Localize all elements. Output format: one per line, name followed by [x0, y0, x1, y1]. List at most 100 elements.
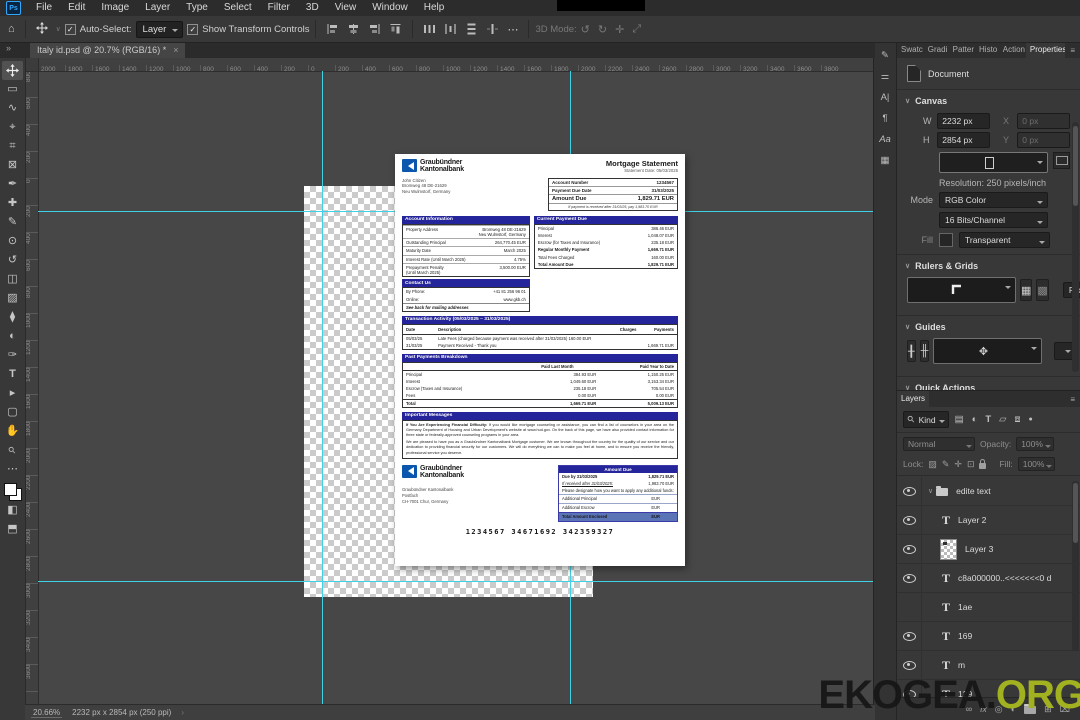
- fill-select[interactable]: Transparent: [959, 232, 1050, 248]
- pen-tool[interactable]: ✑: [2, 346, 23, 365]
- menu-item[interactable]: Window: [364, 0, 416, 16]
- eyedropper-tool[interactable]: ✒: [2, 175, 23, 194]
- group-chevron-icon[interactable]: ∨: [928, 487, 933, 495]
- layers-scrollbar[interactable]: [1072, 481, 1079, 651]
- history-brush-tool[interactable]: ↺: [2, 251, 23, 270]
- filter-adjustment-layers-icon[interactable]: ◐: [970, 414, 980, 425]
- menu-item[interactable]: 3D: [298, 0, 327, 16]
- guide-horizontal-2[interactable]: [38, 581, 875, 582]
- menu-item[interactable]: File: [28, 0, 60, 16]
- portrait-orientation-button[interactable]: [939, 152, 1048, 173]
- auto-select-target-dropdown[interactable]: Layer: [135, 20, 184, 38]
- menu-item[interactable]: Type: [178, 0, 216, 16]
- character-panel-icon[interactable]: A|: [876, 88, 894, 106]
- align-left-icon[interactable]: [322, 23, 343, 35]
- menu-item[interactable]: Filter: [260, 0, 298, 16]
- opacity-field[interactable]: 100%: [1016, 437, 1054, 451]
- move-tool-icon[interactable]: [32, 21, 52, 37]
- canvas-surface[interactable]: Graubündner Kantonalbank Mortgage Stateme…: [38, 71, 875, 705]
- panel-menu-icon[interactable]: ≡: [1065, 46, 1080, 55]
- visibility-toggle[interactable]: [897, 622, 922, 650]
- show-transform-checkbox[interactable]: ✓: [187, 23, 199, 35]
- home-icon[interactable]: ⌂: [4, 23, 19, 35]
- guides-chevron-icon[interactable]: ∨: [905, 323, 910, 331]
- brush-tool[interactable]: ✎: [2, 213, 23, 232]
- layer-row[interactable]: ∨ T 169: [897, 622, 1080, 651]
- bit-depth-select[interactable]: 16 Bits/Channel: [939, 212, 1048, 228]
- toggle-grid-button[interactable]: ▦: [1020, 279, 1033, 301]
- align-top-icon[interactable]: [390, 19, 402, 40]
- horizontal-ruler[interactable]: 2000 1800 1600 1400 1200 1000 800 600 400 200 0 200…: [38, 58, 875, 72]
- layer-row[interactable]: ∨ T Layer 2: [897, 506, 1080, 535]
- visibility-toggle[interactable]: [897, 564, 922, 592]
- layer-row[interactable]: ∨ T 1ae: [897, 593, 1080, 622]
- distribute-vertical-icon[interactable]: [466, 19, 478, 40]
- menu-item[interactable]: Edit: [60, 0, 93, 16]
- auto-select-checkbox[interactable]: ✓: [64, 23, 76, 35]
- zoom-tool[interactable]: ⚲: [2, 441, 23, 460]
- canvas-section-chevron-icon[interactable]: ∨: [905, 97, 910, 105]
- filter-pixel-layers-icon[interactable]: ▤: [953, 414, 966, 425]
- toggle-rulers-button[interactable]: [907, 277, 1016, 303]
- tab-patterns[interactable]: Patter: [949, 42, 975, 58]
- lock-pixels-icon[interactable]: ✎: [942, 459, 950, 470]
- fill-swatch[interactable]: [939, 233, 953, 247]
- layer-name[interactable]: m: [958, 660, 965, 670]
- eraser-tool[interactable]: ◫: [2, 270, 23, 289]
- layer-name[interactable]: 169: [958, 631, 972, 641]
- glyphs-panel-icon[interactable]: Aa: [876, 130, 894, 148]
- layer-name[interactable]: edite text: [956, 486, 991, 496]
- frame-tool[interactable]: ⊠: [2, 156, 23, 175]
- quick-mask-button[interactable]: ◧: [2, 501, 23, 520]
- distribute-center-icon[interactable]: [440, 23, 461, 35]
- shape-tool[interactable]: ▢: [2, 403, 23, 422]
- lock-position-icon[interactable]: ✛: [954, 459, 962, 470]
- rulers-grids-chevron-icon[interactable]: ∨: [905, 262, 910, 270]
- guide-vertical-1[interactable]: [322, 71, 323, 705]
- paragraph-panel-icon[interactable]: ¶: [876, 109, 894, 127]
- blend-mode-select[interactable]: Normal: [903, 437, 975, 451]
- menu-item[interactable]: Image: [93, 0, 137, 16]
- menu-item[interactable]: Help: [416, 0, 453, 16]
- move-tool[interactable]: [2, 61, 23, 80]
- brushes-panel-icon[interactable]: ⚌: [876, 67, 894, 85]
- foreground-color-swatch[interactable]: [3, 483, 17, 496]
- align-right-icon[interactable]: [364, 23, 385, 35]
- toggle-pixel-grid-button[interactable]: ▩: [1036, 279, 1049, 301]
- filter-type-layers-icon[interactable]: T: [983, 414, 993, 425]
- layers-menu-icon[interactable]: ≡: [1065, 395, 1080, 404]
- blur-tool[interactable]: ⧫: [2, 308, 23, 327]
- close-tab-icon[interactable]: ×: [173, 45, 178, 55]
- clear-guides-button[interactable]: ✥: [933, 338, 1043, 364]
- canvas-width-field[interactable]: 2232 px: [937, 113, 990, 129]
- filter-kind-select[interactable]: ⚲ Kind: [903, 411, 949, 428]
- lock-all-icon[interactable]: [979, 458, 987, 469]
- menu-item[interactable]: View: [327, 0, 365, 16]
- layer-row[interactable]: ∨ T edite text: [897, 477, 1080, 506]
- more-options-icon[interactable]: ⋯: [503, 23, 522, 36]
- visibility-toggle[interactable]: [897, 593, 922, 621]
- type-tool[interactable]: T: [2, 365, 23, 384]
- align-center-h-icon[interactable]: [343, 23, 364, 35]
- color-mode-select[interactable]: RGB Color: [939, 192, 1048, 208]
- move-tool-dropdown[interactable]: ∨: [52, 25, 65, 33]
- filter-shape-layers-icon[interactable]: ▱: [997, 414, 1008, 425]
- gradient-tool[interactable]: ▨: [2, 289, 23, 308]
- layer-fill-field[interactable]: 100%: [1017, 457, 1056, 471]
- tab-overflow-icon[interactable]: »: [6, 43, 11, 53]
- layer-row[interactable]: ∨ T Layer 3: [897, 535, 1080, 564]
- status-chevron-icon[interactable]: ›: [181, 708, 184, 717]
- healing-brush-tool[interactable]: ✚: [2, 194, 23, 213]
- zoom-level-field[interactable]: 20.66%: [31, 708, 63, 718]
- distribute-spacing-icon[interactable]: [482, 23, 503, 35]
- tab-properties[interactable]: Properties: [1025, 42, 1066, 58]
- tab-actions[interactable]: Action: [999, 42, 1026, 58]
- tab-layers[interactable]: Layers: [897, 391, 930, 407]
- filter-toggle-icon[interactable]: ●: [1027, 416, 1035, 423]
- marquee-tool[interactable]: ▭: [2, 80, 23, 99]
- document-tab[interactable]: Italy id.psd @ 20.7% (RGB/16) * ×: [30, 42, 186, 58]
- hand-tool[interactable]: ✋: [2, 422, 23, 441]
- layer-name[interactable]: 1ae: [958, 602, 972, 612]
- crop-tool[interactable]: ⌗: [2, 137, 23, 156]
- lock-artboard-icon[interactable]: ⊡: [967, 459, 975, 470]
